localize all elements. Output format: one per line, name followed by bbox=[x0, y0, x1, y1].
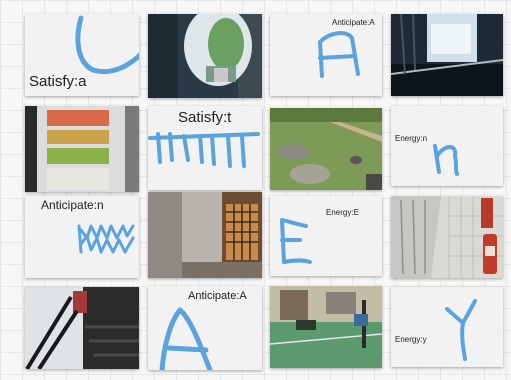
photo-tile[interactable] bbox=[148, 14, 262, 98]
dark-staircase-photo bbox=[25, 287, 139, 369]
photo-tile[interactable] bbox=[391, 196, 503, 278]
sports-court-photo bbox=[270, 286, 382, 368]
handwritten-e-stroke bbox=[280, 218, 312, 264]
photo-tile[interactable] bbox=[25, 106, 139, 192]
handwritten-a-stroke bbox=[159, 307, 213, 370]
handwritten-n-stroke bbox=[433, 144, 459, 176]
note-card[interactable]: Energy:E bbox=[270, 196, 382, 276]
photo-tile[interactable] bbox=[25, 287, 139, 369]
handwritten-n-scribble bbox=[77, 224, 135, 254]
building-arch-photo bbox=[148, 14, 262, 98]
card-label: Energy:y bbox=[395, 335, 427, 344]
note-card[interactable]: Satisfy:t bbox=[148, 106, 262, 190]
doorway-grille-photo bbox=[148, 192, 262, 278]
handwritten-y-stroke bbox=[445, 299, 477, 361]
note-card[interactable]: Anticipate:A bbox=[270, 14, 382, 96]
note-card[interactable]: Energy:y bbox=[391, 287, 503, 367]
note-card[interactable]: Energy:n bbox=[391, 106, 503, 186]
stairwell-photo bbox=[391, 14, 503, 96]
note-card[interactable]: Anticipate:n bbox=[25, 196, 139, 278]
photo-tile[interactable] bbox=[270, 108, 382, 190]
handwritten-a-stroke bbox=[318, 31, 360, 78]
drink-fridge-photo bbox=[25, 106, 139, 192]
photo-tile[interactable] bbox=[148, 192, 262, 278]
note-card[interactable]: Anticipate:A bbox=[148, 286, 262, 370]
note-card[interactable]: Satisfy:a bbox=[25, 14, 139, 96]
card-label: Satisfy:a bbox=[29, 73, 87, 90]
photo-tile[interactable] bbox=[391, 14, 503, 96]
handwritten-t-strokes bbox=[148, 132, 260, 168]
park-rocks-photo bbox=[270, 108, 382, 190]
whiteboard-canvas[interactable]: { "board": { "cards": [ {"label": "Satis… bbox=[0, 0, 511, 380]
photo-tile[interactable] bbox=[270, 286, 382, 368]
fire-extinguisher-photo bbox=[391, 196, 503, 278]
